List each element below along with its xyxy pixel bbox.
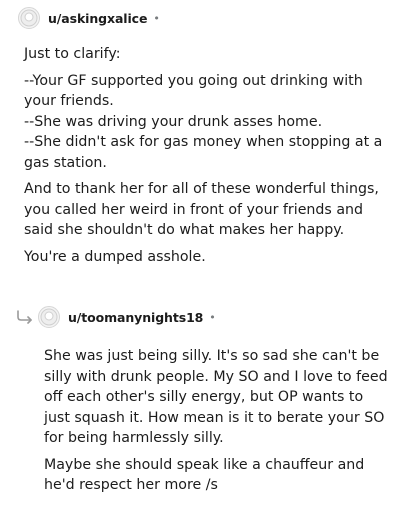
default-avatar-icon[interactable] — [38, 306, 60, 328]
comment-body: Just to clarify: --Your GF supported you… — [24, 44, 384, 273]
separator-dot: • — [153, 11, 160, 25]
default-avatar-icon[interactable] — [18, 7, 40, 29]
comment-body: She was just being silly. It's so sad sh… — [44, 346, 390, 502]
comment-paragraph: You're a dumped asshole. — [24, 248, 206, 265]
comment-paragraph: And to thank her for all of these wonder… — [24, 181, 379, 238]
username-link[interactable]: u/askingxalice — [48, 11, 147, 26]
reply-arrow-icon — [16, 309, 34, 328]
separator-dot: • — [209, 310, 216, 324]
comment-paragraph: She was just being silly. It's so sad sh… — [44, 348, 388, 446]
username-link[interactable]: u/toomanynights18 — [68, 310, 203, 325]
comment-paragraph: Maybe she should speak like a chauffeur … — [44, 456, 365, 494]
comment-paragraph: Just to clarify: — [24, 46, 121, 62]
comment-header: u/toomanynights18 • — [38, 303, 216, 331]
comment-paragraph: --Your GF supported you going out drinki… — [24, 72, 383, 171]
comment-header: u/askingxalice • — [18, 4, 160, 32]
